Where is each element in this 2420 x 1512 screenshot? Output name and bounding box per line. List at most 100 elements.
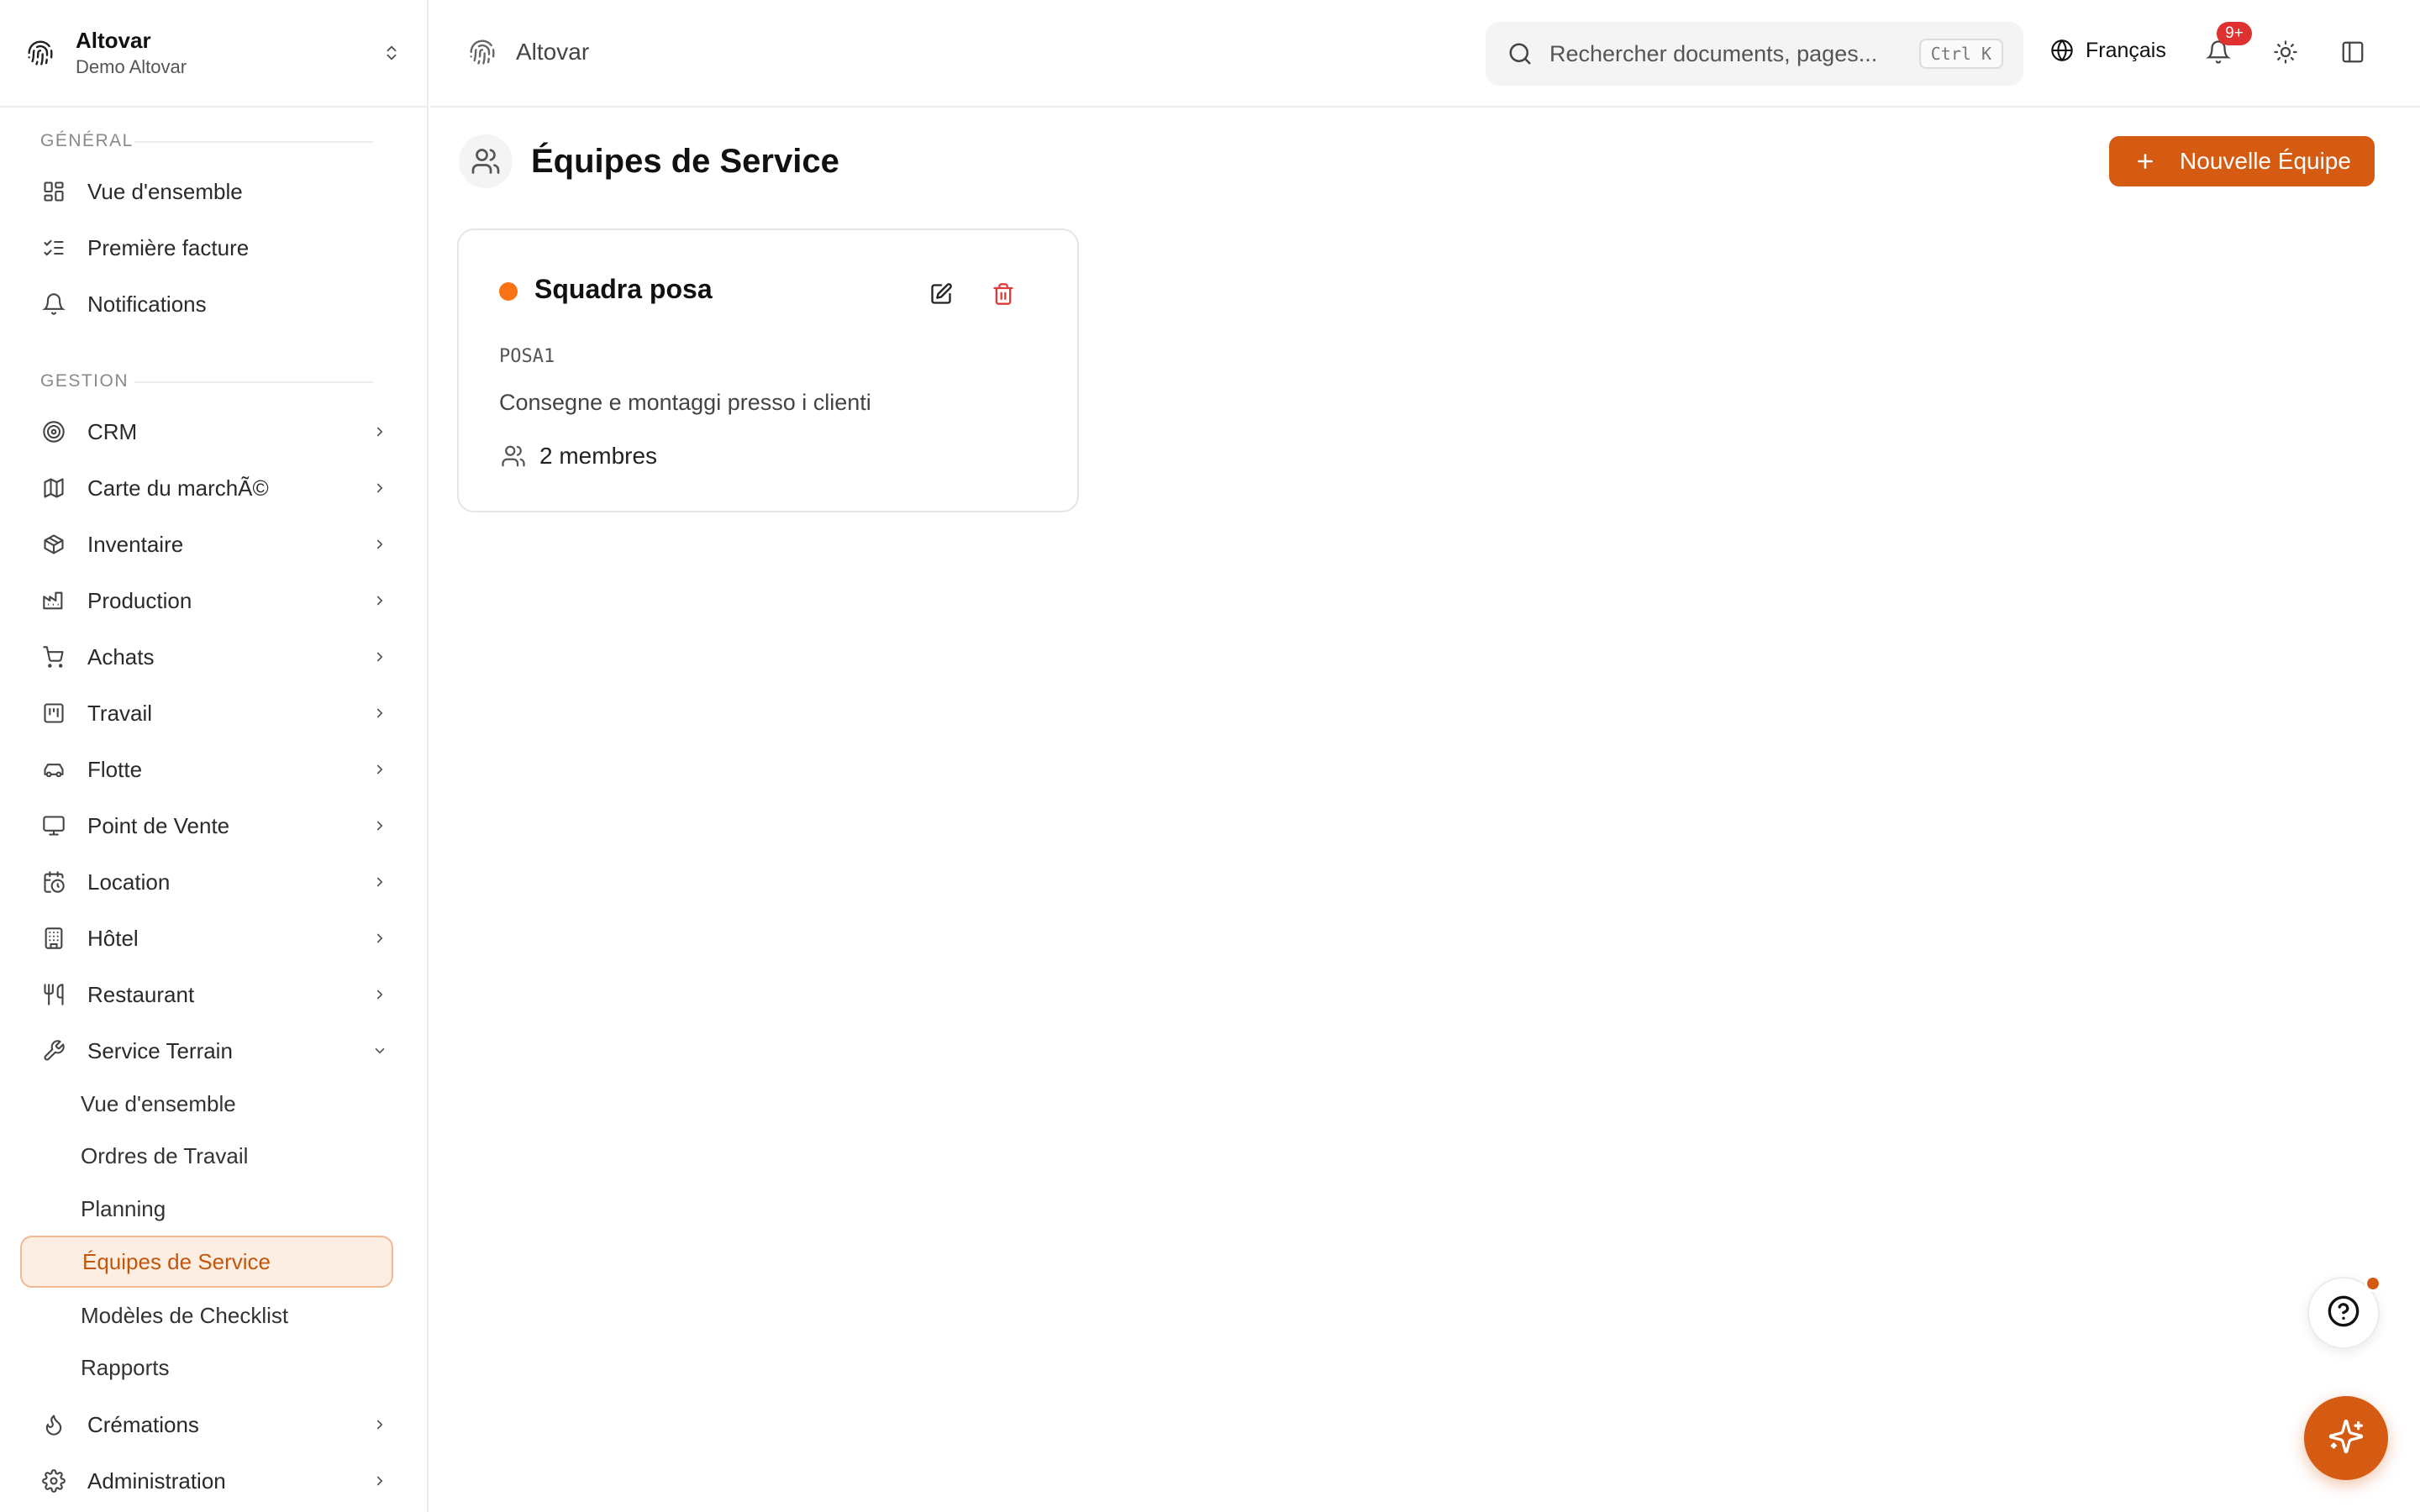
wrench-icon	[40, 1037, 67, 1064]
sidebar-item-label: Crémations	[87, 1411, 199, 1437]
team-members: 2 membres	[499, 442, 657, 470]
sidebar-item-label: Administration	[87, 1467, 226, 1494]
globe-icon	[2049, 37, 2075, 64]
chevron-right-icon	[370, 872, 390, 892]
sidebar-item-market-map[interactable]: Carte du marchÃ©	[20, 464, 390, 512]
sidebar-subitem-checklist-templates[interactable]: Modèles de Checklist	[20, 1289, 393, 1341]
team-description: Consegne e montaggi presso i clienti	[499, 390, 871, 415]
search-bar[interactable]: Ctrl K	[1486, 22, 2023, 86]
fingerprint-icon	[467, 37, 497, 67]
sidebar-item-label: Flotte	[87, 756, 143, 782]
sidebar-item-hotel[interactable]: Hôtel	[20, 914, 390, 963]
search-shortcut: Ctrl K	[1918, 39, 2003, 69]
sidebar-item-work[interactable]: Travail	[20, 689, 390, 738]
sidebar-item-label: Vue d'ensemble	[87, 178, 243, 204]
target-icon	[40, 418, 67, 445]
calendar-clock-icon	[40, 869, 67, 895]
sidebar-item-notifications[interactable]: Notifications	[20, 280, 390, 328]
edit-team-button[interactable]	[926, 281, 956, 311]
sidebar-item-inventory[interactable]: Inventaire	[20, 520, 390, 569]
sidebar-item-rental[interactable]: Location	[20, 858, 390, 906]
cart-icon	[40, 643, 67, 670]
flame-icon	[40, 1411, 67, 1438]
sidebar-item-first-invoice[interactable]: Première facture	[20, 223, 390, 272]
search-input[interactable]	[1549, 40, 1919, 67]
breadcrumb[interactable]: Altovar	[467, 37, 589, 67]
sidebar-item-label: Restaurant	[87, 981, 195, 1007]
sidebar-item-administration[interactable]: Administration	[20, 1457, 390, 1505]
breadcrumb-label: Altovar	[516, 39, 590, 65]
help-circle-icon	[2327, 1294, 2360, 1332]
sidebar-subitem-planning[interactable]: Planning	[20, 1183, 393, 1235]
notifications-badge: 9+	[2217, 22, 2252, 45]
search-icon	[1506, 39, 1534, 68]
chevron-right-icon	[370, 703, 390, 723]
sidebar-subitem-work-orders[interactable]: Ordres de Travail	[20, 1130, 393, 1182]
sparkles-icon	[2328, 1418, 2365, 1459]
layout-grid-icon	[40, 178, 67, 205]
sidebar-item-label: Achats	[87, 643, 155, 669]
team-code: POSA1	[499, 346, 555, 367]
team-card[interactable]: Squadra posa POSA1 Consegne e montaggi p…	[457, 228, 1079, 512]
sidebar-item-label: Travail	[87, 700, 153, 726]
chevron-right-icon	[370, 816, 390, 836]
sidebar-item-label: Hôtel	[87, 925, 139, 951]
new-team-button[interactable]: Nouvelle Équipe	[2109, 136, 2375, 186]
package-icon	[40, 531, 67, 558]
chevron-right-icon	[370, 647, 390, 667]
sidebar-item-field-service[interactable]: Service Terrain	[20, 1026, 390, 1075]
list-checks-icon	[40, 234, 67, 261]
sun-icon	[2273, 39, 2298, 69]
sidebar-item-cremations[interactable]: Crémations	[20, 1400, 390, 1449]
team-color-dot	[499, 282, 518, 301]
sidebar-item-label: Service Terrain	[87, 1037, 233, 1063]
plus-icon	[2133, 149, 2158, 174]
section-label-gestion: Gestion	[40, 371, 129, 391]
chevron-right-icon	[370, 1471, 390, 1491]
chevron-down-icon	[370, 1041, 390, 1061]
map-icon	[40, 475, 67, 501]
org-name: Altovar	[76, 28, 151, 53]
factory-icon	[40, 587, 67, 614]
fingerprint-icon	[25, 38, 55, 68]
gear-icon	[40, 1467, 67, 1494]
org-subtitle: Demo Altovar	[76, 56, 187, 77]
sidebar-item-point-of-sale[interactable]: Point de Vente	[20, 801, 390, 850]
org-switcher[interactable]: Altovar Demo Altovar	[0, 0, 429, 108]
sidebar-item-purchases[interactable]: Achats	[20, 633, 390, 681]
users-icon	[459, 134, 513, 188]
sidebar-item-label: Notifications	[87, 291, 207, 317]
language-selector[interactable]: Français	[2049, 37, 2166, 64]
theme-toggle-button[interactable]	[2269, 37, 2302, 71]
top-bar: Altovar Ctrl K Français 9+	[430, 0, 2420, 108]
edit-icon	[929, 282, 953, 310]
language-label: Français	[2086, 38, 2166, 62]
page-title: Équipes de Service	[531, 143, 839, 180]
sidebar-item-production[interactable]: Production	[20, 576, 390, 625]
kanban-icon	[40, 700, 67, 727]
sidebar-item-label: Location	[87, 869, 171, 895]
car-icon	[40, 756, 67, 783]
section-divider	[134, 141, 373, 143]
monitor-icon	[40, 812, 67, 839]
sidebar-item-restaurant[interactable]: Restaurant	[20, 970, 390, 1019]
ai-assistant-button[interactable]	[2304, 1396, 2388, 1480]
section-divider	[134, 381, 373, 383]
sidebar: Altovar Demo Altovar Général Vue d'ensem…	[0, 0, 429, 1512]
sidebar-item-crm[interactable]: CRM	[20, 407, 390, 456]
sidebar-item-label: Point de Vente	[87, 812, 230, 838]
new-team-label: Nouvelle Équipe	[2180, 148, 2351, 174]
sidebar-toggle-button[interactable]	[2336, 37, 2370, 71]
sidebar-item-overview[interactable]: Vue d'ensemble	[20, 167, 390, 216]
section-label-general: Général	[40, 131, 134, 150]
sidebar-subitem-reports[interactable]: Rapports	[20, 1341, 393, 1394]
sidebar-item-fleet[interactable]: Flotte	[20, 745, 390, 794]
users-icon	[499, 442, 528, 470]
sidebar-subitem-service-teams[interactable]: Équipes de Service	[20, 1236, 393, 1288]
delete-team-button[interactable]	[988, 281, 1018, 311]
chevron-right-icon	[370, 534, 390, 554]
chevron-right-icon	[370, 591, 390, 611]
panel-left-icon	[2340, 39, 2365, 69]
sidebar-subitem-overview[interactable]: Vue d'ensemble	[20, 1078, 393, 1130]
help-indicator-dot	[2365, 1275, 2381, 1292]
